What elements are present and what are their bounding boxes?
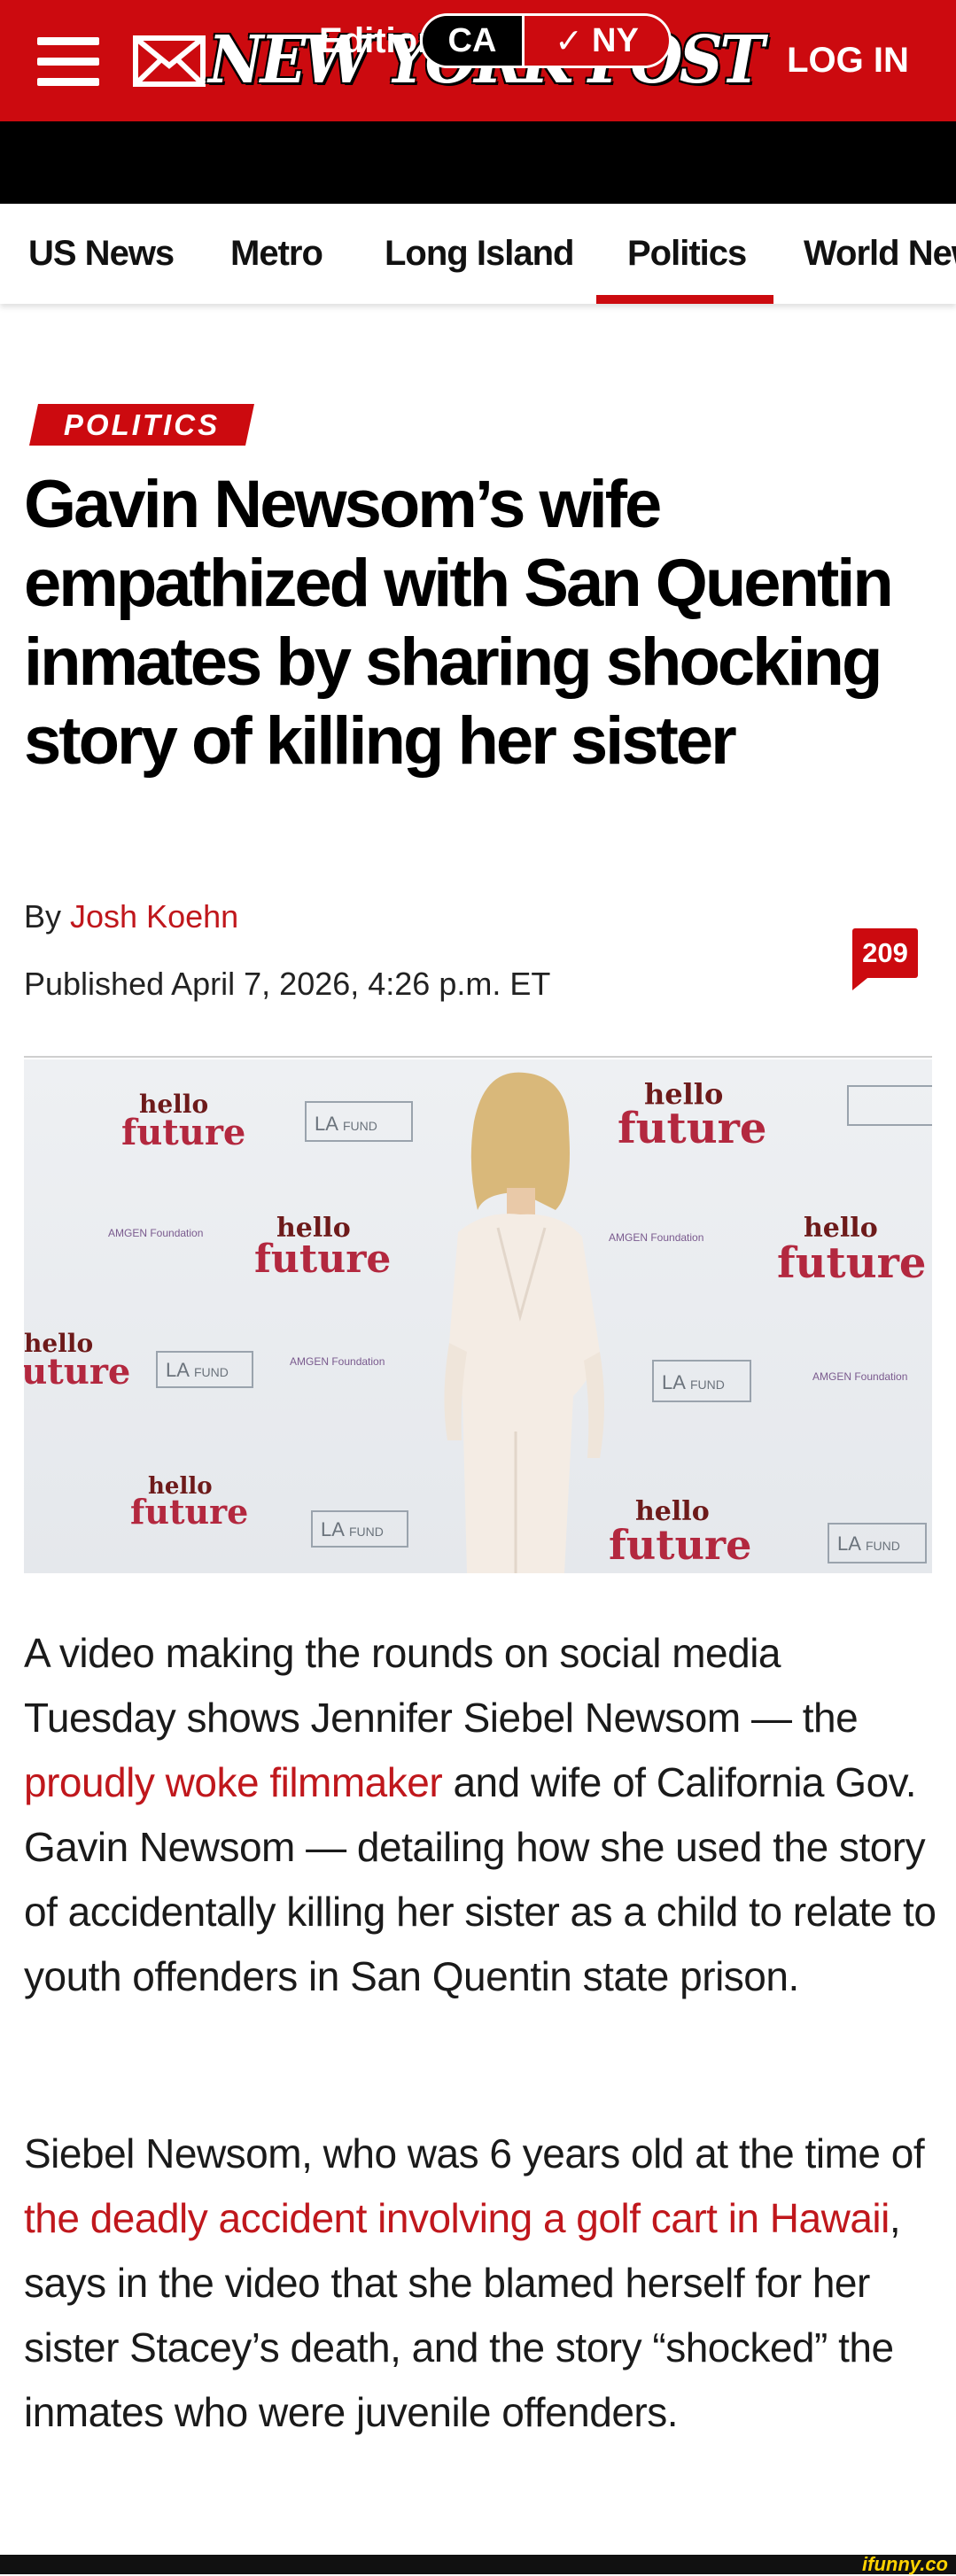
newsletter-mail-icon[interactable] bbox=[133, 35, 206, 87]
byline: By Josh Koehn bbox=[24, 898, 238, 935]
svg-text:future: future bbox=[121, 1112, 245, 1153]
svg-text:future: future bbox=[130, 1492, 248, 1532]
comment-bubble-tail bbox=[852, 974, 872, 990]
byline-prefix: By bbox=[24, 898, 71, 935]
login-button[interactable]: LOG IN bbox=[773, 35, 923, 85]
person-figure bbox=[444, 1072, 604, 1573]
nav-item-long-island[interactable]: Long Island bbox=[385, 204, 574, 304]
article-headline: Gavin Newsom’s wife empathized with San … bbox=[24, 467, 894, 779]
svg-text:FUND: FUND bbox=[343, 1119, 377, 1133]
svg-text:FUND: FUND bbox=[349, 1525, 384, 1539]
section-badge[interactable]: POLITICS bbox=[34, 404, 250, 446]
edition-option-ny-label: NY bbox=[592, 21, 639, 59]
svg-text:LA: LA bbox=[321, 1518, 345, 1540]
svg-text:LA: LA bbox=[662, 1371, 686, 1393]
svg-text:LA: LA bbox=[315, 1113, 338, 1135]
inline-link[interactable]: the deadly accident involving a golf car… bbox=[24, 2195, 890, 2241]
svg-text:LA: LA bbox=[166, 1359, 190, 1381]
svg-text:future: future bbox=[618, 1104, 766, 1153]
svg-text:AMGEN Foundation: AMGEN Foundation bbox=[812, 1370, 907, 1383]
hero-illustration: hello future hello future hello future h… bbox=[24, 1072, 932, 1573]
svg-text:future: future bbox=[609, 1521, 751, 1569]
svg-text:future: future bbox=[777, 1238, 926, 1288]
nav-item-politics[interactable]: Politics bbox=[627, 204, 747, 304]
article-paragraph: Siebel Newsom, who was 6 years old at th… bbox=[24, 2130, 925, 2435]
divider bbox=[24, 1056, 932, 1058]
svg-text:FUND: FUND bbox=[194, 1365, 229, 1379]
nav-item-us-news[interactable]: US News bbox=[28, 204, 175, 304]
edition-label: Edition bbox=[319, 21, 439, 60]
svg-text:AMGEN Foundation: AMGEN Foundation bbox=[108, 1227, 203, 1239]
svg-text:AMGEN Foundation: AMGEN Foundation bbox=[290, 1355, 385, 1368]
svg-text:AMGEN Foundation: AMGEN Foundation bbox=[609, 1231, 703, 1244]
nav-item-world-news[interactable]: World News bbox=[804, 204, 956, 304]
checkmark-icon: ✓ bbox=[555, 22, 584, 60]
nav-item-metro[interactable]: Metro bbox=[230, 204, 323, 304]
menu-icon[interactable] bbox=[37, 37, 99, 87]
watermark: ifunny.co bbox=[862, 2553, 948, 2575]
section-nav: US News Metro Long Island Politics World… bbox=[0, 204, 956, 304]
bottom-strip bbox=[0, 2555, 956, 2574]
inline-link[interactable]: proudly woke filmmaker bbox=[24, 1759, 443, 1805]
svg-text:FUND: FUND bbox=[866, 1539, 900, 1553]
article-paragraph: A video making the rounds on social medi… bbox=[24, 1630, 937, 1999]
svg-text:future: future bbox=[254, 1237, 391, 1282]
edition-option-ca[interactable]: CA bbox=[423, 16, 525, 66]
author-link[interactable]: Josh Koehn bbox=[70, 898, 238, 935]
edition-toggle[interactable]: CA ✓ NY bbox=[420, 13, 672, 68]
svg-text:future: future bbox=[24, 1351, 130, 1393]
published-date: Published April 7, 2026, 4:26 p.m. ET bbox=[24, 966, 551, 1002]
edition-option-ny[interactable]: ✓ NY bbox=[525, 16, 669, 66]
svg-text:FUND: FUND bbox=[690, 1377, 725, 1392]
comment-count-button[interactable]: 209 bbox=[852, 928, 918, 978]
nav-active-indicator bbox=[596, 295, 773, 304]
article-hero-image[interactable]: hello future hello future hello future h… bbox=[24, 1059, 932, 1573]
svg-text:LA: LA bbox=[837, 1532, 861, 1555]
edition-bar bbox=[0, 121, 956, 204]
